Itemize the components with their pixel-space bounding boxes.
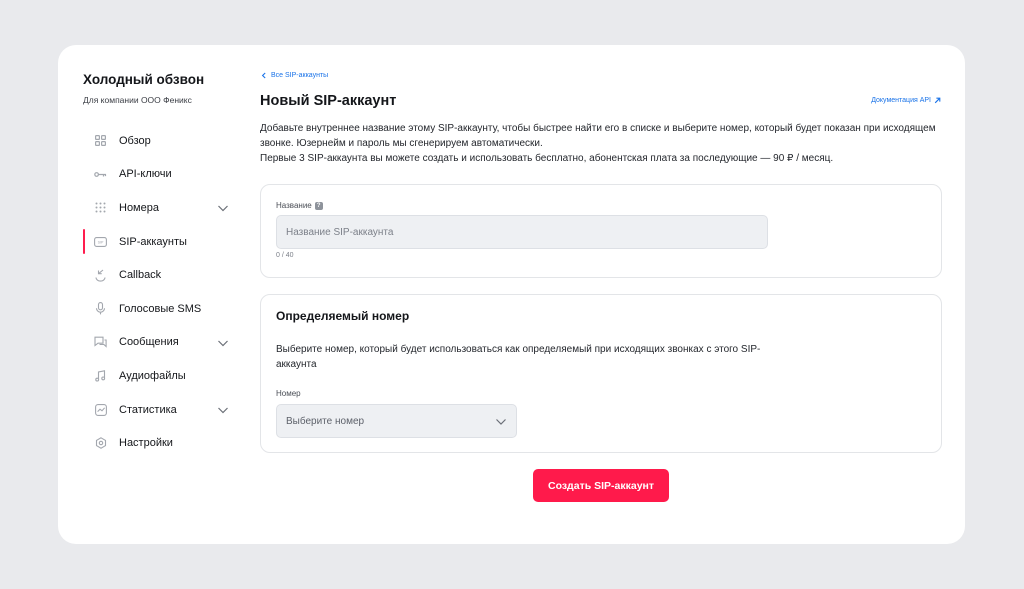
sidebar-item-label: Callback (119, 269, 162, 282)
music-note-icon (94, 369, 107, 382)
name-field-label: Название ? (276, 201, 323, 210)
sidebar-item-label: Обзор (119, 134, 151, 147)
sidebar-item-label: Номера (119, 201, 159, 214)
sidebar-item-sip-accounts[interactable]: SIP SIP-аккаунты (58, 225, 248, 259)
sidebar-item-voice-sms[interactable]: Голосовые SMS (58, 292, 248, 326)
sidebar-item-label: Аудиофайлы (119, 369, 186, 382)
page-description: Добавьте внутреннее название этому SIP-а… (260, 122, 950, 166)
chevron-left-icon (261, 72, 266, 79)
sidebar-item-settings[interactable]: Настройки (58, 426, 248, 460)
create-sip-account-button[interactable]: Создать SIP-аккаунт (533, 469, 669, 502)
help-icon[interactable]: ? (314, 201, 323, 210)
number-select[interactable]: Выберите номер (276, 404, 517, 438)
caller-id-panel: Определяемый номер Выберите номер, котор… (260, 294, 942, 453)
name-input[interactable] (276, 215, 768, 249)
sidebar-item-label: Настройки (119, 437, 173, 450)
page-title: Новый SIP-аккаунт (260, 93, 397, 109)
sidebar-nav: Обзор API-ключи Номера SIP SIP-аккаунты … (58, 124, 248, 460)
settings-icon (94, 437, 107, 450)
svg-text:SIP: SIP (98, 240, 104, 244)
app-title: Холодный обзвон (83, 72, 205, 87)
sidebar-item-numbers[interactable]: Номера (58, 191, 248, 225)
grid-icon (94, 134, 107, 147)
sidebar-item-label: Статистика (119, 403, 177, 416)
character-counter: 0 / 40 (276, 252, 294, 259)
name-label-text: Название (276, 201, 312, 210)
external-link-icon (934, 97, 941, 104)
sidebar-item-messages[interactable]: Сообщения (58, 326, 248, 360)
sidebar-item-label: Сообщения (119, 336, 179, 349)
intro-text: Добавьте внутреннее название этому SIP-а… (260, 123, 936, 149)
chat-icon (94, 336, 107, 349)
sidebar-item-callback[interactable]: Callback (58, 258, 248, 292)
pricing-text: Первые 3 SIP-аккаунта вы можете создать … (260, 152, 834, 164)
number-field-label: Номер (276, 389, 301, 398)
app-subtitle: Для компании ООО Феникс (83, 95, 192, 105)
section-description: Выберите номер, который будет использова… (276, 344, 761, 370)
sidebar-item-overview[interactable]: Обзор (58, 124, 248, 158)
sidebar-item-label: Голосовые SMS (119, 302, 202, 315)
back-link[interactable]: Все SIP-аккаунты (261, 72, 328, 79)
main-card: Холодный обзвон Для компании ООО Феникс … (58, 45, 965, 544)
name-panel: Название ? 0 / 40 (260, 184, 942, 278)
sidebar-item-statistics[interactable]: Статистика (58, 393, 248, 427)
number-select-value: Выберите номер (286, 415, 365, 427)
dialpad-icon (94, 201, 107, 214)
key-icon (94, 168, 107, 181)
sidebar-item-label: API-ключи (119, 168, 172, 181)
section-title: Определяемый номер (276, 309, 410, 323)
sip-icon: SIP (94, 235, 107, 248)
chevron-down-icon[interactable] (217, 203, 229, 213)
api-docs-link-label: Документация API (871, 97, 931, 104)
chart-icon (94, 403, 107, 416)
back-link-label: Все SIP-аккаунты (271, 72, 329, 79)
api-docs-link[interactable]: Документация API (871, 97, 941, 104)
chevron-down-icon (496, 419, 506, 425)
microphone-icon (94, 302, 107, 315)
sidebar-item-audio-files[interactable]: Аудиофайлы (58, 359, 248, 393)
sidebar-item-api-keys[interactable]: API-ключи (58, 158, 248, 192)
sidebar: Холодный обзвон Для компании ООО Феникс … (58, 45, 248, 544)
sidebar-item-label: SIP-аккаунты (119, 235, 187, 248)
callback-icon (94, 269, 107, 282)
chevron-down-icon[interactable] (217, 405, 229, 415)
chevron-down-icon[interactable] (217, 338, 229, 348)
